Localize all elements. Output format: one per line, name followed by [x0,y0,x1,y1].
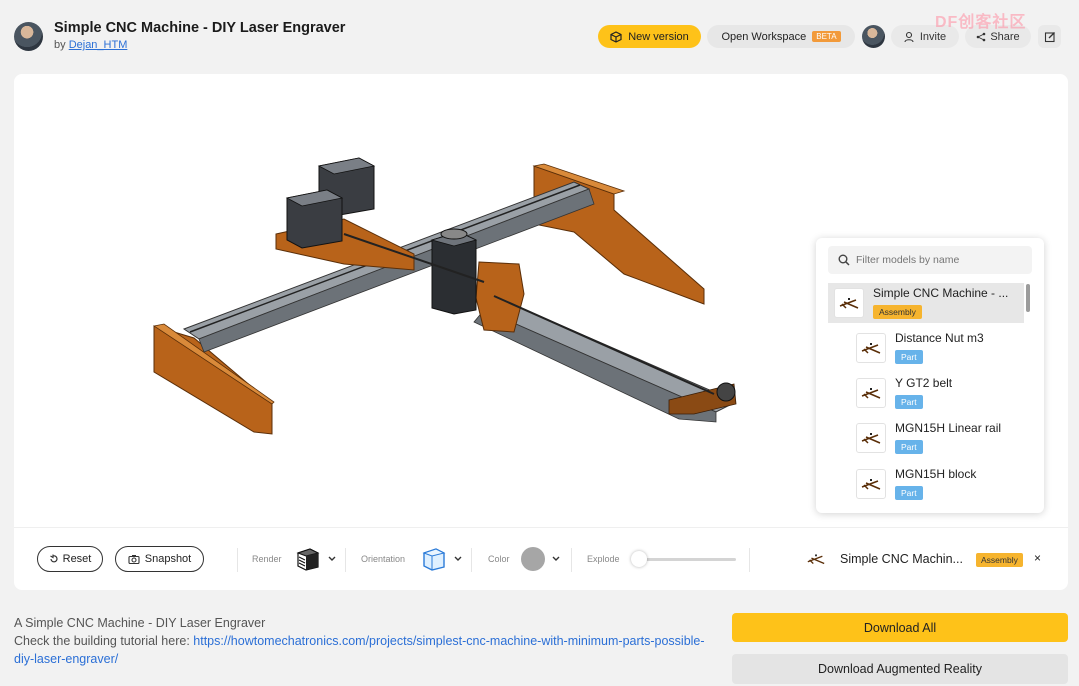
divider [571,548,572,572]
cnc-thumbnail-icon [856,423,886,453]
camera-icon [128,555,140,564]
color-select[interactable] [521,546,561,572]
model-item-assembly[interactable]: Simple CNC Machine - ... Assembly [828,283,1024,323]
cnc-thumbnail-icon [807,554,825,565]
download-all-button[interactable]: Download All [732,613,1068,642]
share-label: Share [990,30,1020,43]
render-label: Render [252,554,282,564]
edit-button[interactable] [1038,25,1061,48]
box-icon [610,30,622,43]
part-badge: Part [895,486,923,500]
byline: by Dejan_HTM [54,39,127,51]
part-badge: Part [895,350,923,364]
cnc-thumbnail-icon [856,333,886,363]
snapshot-label: Snapshot [144,553,192,565]
model-item-name: Y GT2 belt [895,376,953,390]
chevron-down-icon [328,556,336,561]
cnc-thumbnail-icon [856,469,886,499]
selected-model-name: Simple CNC Machin... [840,552,963,566]
description-tutorial: Check the building tutorial here: https:… [14,632,714,668]
beta-badge: BETA [812,31,841,42]
watermark-logo: DF创客社区 [935,14,1027,31]
model-item-part[interactable]: MGN15H block Part [856,464,1024,504]
cnc-thumbnail-icon [856,378,886,408]
cnc-thumbnail-icon [834,288,864,318]
model-item-part[interactable]: Y GT2 belt Part [856,373,1024,413]
filter-input[interactable] [856,254,1026,266]
search-icon [838,254,850,266]
model-description: A Simple CNC Machine - DIY Laser Engrave… [14,614,714,668]
filter-box[interactable] [828,246,1032,274]
reset-label: Reset [62,553,92,565]
explode-slider-track[interactable] [646,558,736,561]
download-ar-button[interactable]: Download Augmented Reality [732,654,1068,684]
panel-scrollbar[interactable] [1026,284,1030,312]
by-prefix: by [54,39,69,51]
author-link[interactable]: Dejan_HTM [69,39,128,51]
model-item-name: Simple CNC Machine - ... [873,286,1009,300]
snapshot-button[interactable]: Snapshot [115,546,204,572]
author-avatar[interactable] [14,22,43,51]
header: Simple CNC Machine - DIY Laser Engraver … [0,0,1079,68]
edit-icon [1044,31,1055,42]
part-badge: Part [895,440,923,454]
color-label: Color [488,554,510,564]
assembly-badge: Assembly [976,553,1023,567]
new-version-label: New version [628,30,689,43]
model-item-name: MGN15H Linear rail [895,421,1002,435]
viewer-toolbar: Reset Snapshot Render Orientation Color … [14,527,1068,590]
divider [471,548,472,572]
user-add-icon [904,31,914,42]
open-workspace-label: Open Workspace [721,30,807,43]
close-icon[interactable]: × [1034,551,1041,565]
description-prefix: Check the building tutorial here: [14,634,194,648]
share-icon [977,32,986,41]
invite-label: Invite [919,30,947,43]
orientation-label: Orientation [361,554,406,564]
page-title: Simple CNC Machine - DIY Laser Engraver [54,20,346,36]
assembly-badge: Assembly [873,305,922,319]
divider [237,548,238,572]
orientation-select[interactable] [421,546,463,572]
models-panel: Simple CNC Machine - ... Assembly Distanc… [816,238,1044,513]
model-viewer[interactable]: Simple CNC Machine - ... Assembly Distanc… [14,74,1068,590]
divider [749,548,750,572]
model-item-part[interactable]: Distance Nut m3 Part [856,328,1024,368]
user-avatar[interactable] [862,25,885,48]
explode-label: Explode [587,554,620,564]
explode-slider-thumb[interactable] [631,551,647,567]
divider [345,548,346,572]
reset-icon [49,554,58,563]
orientation-cube-icon [422,548,446,571]
model-item-part[interactable]: MGN15H Linear rail Part [856,418,1024,458]
render-cube-icon [296,548,320,571]
part-badge: Part [895,395,923,409]
reset-button[interactable]: Reset [37,546,103,572]
description-line: A Simple CNC Machine - DIY Laser Engrave… [14,616,266,630]
render-select[interactable] [295,546,337,572]
color-swatch [521,547,545,571]
chevron-down-icon [454,556,462,561]
chevron-down-icon [552,556,560,561]
model-item-name: MGN15H block [895,467,977,481]
open-workspace-button[interactable]: Open Workspace BETA [707,25,855,48]
model-item-name: Distance Nut m3 [895,331,984,345]
new-version-button[interactable]: New version [598,25,701,48]
